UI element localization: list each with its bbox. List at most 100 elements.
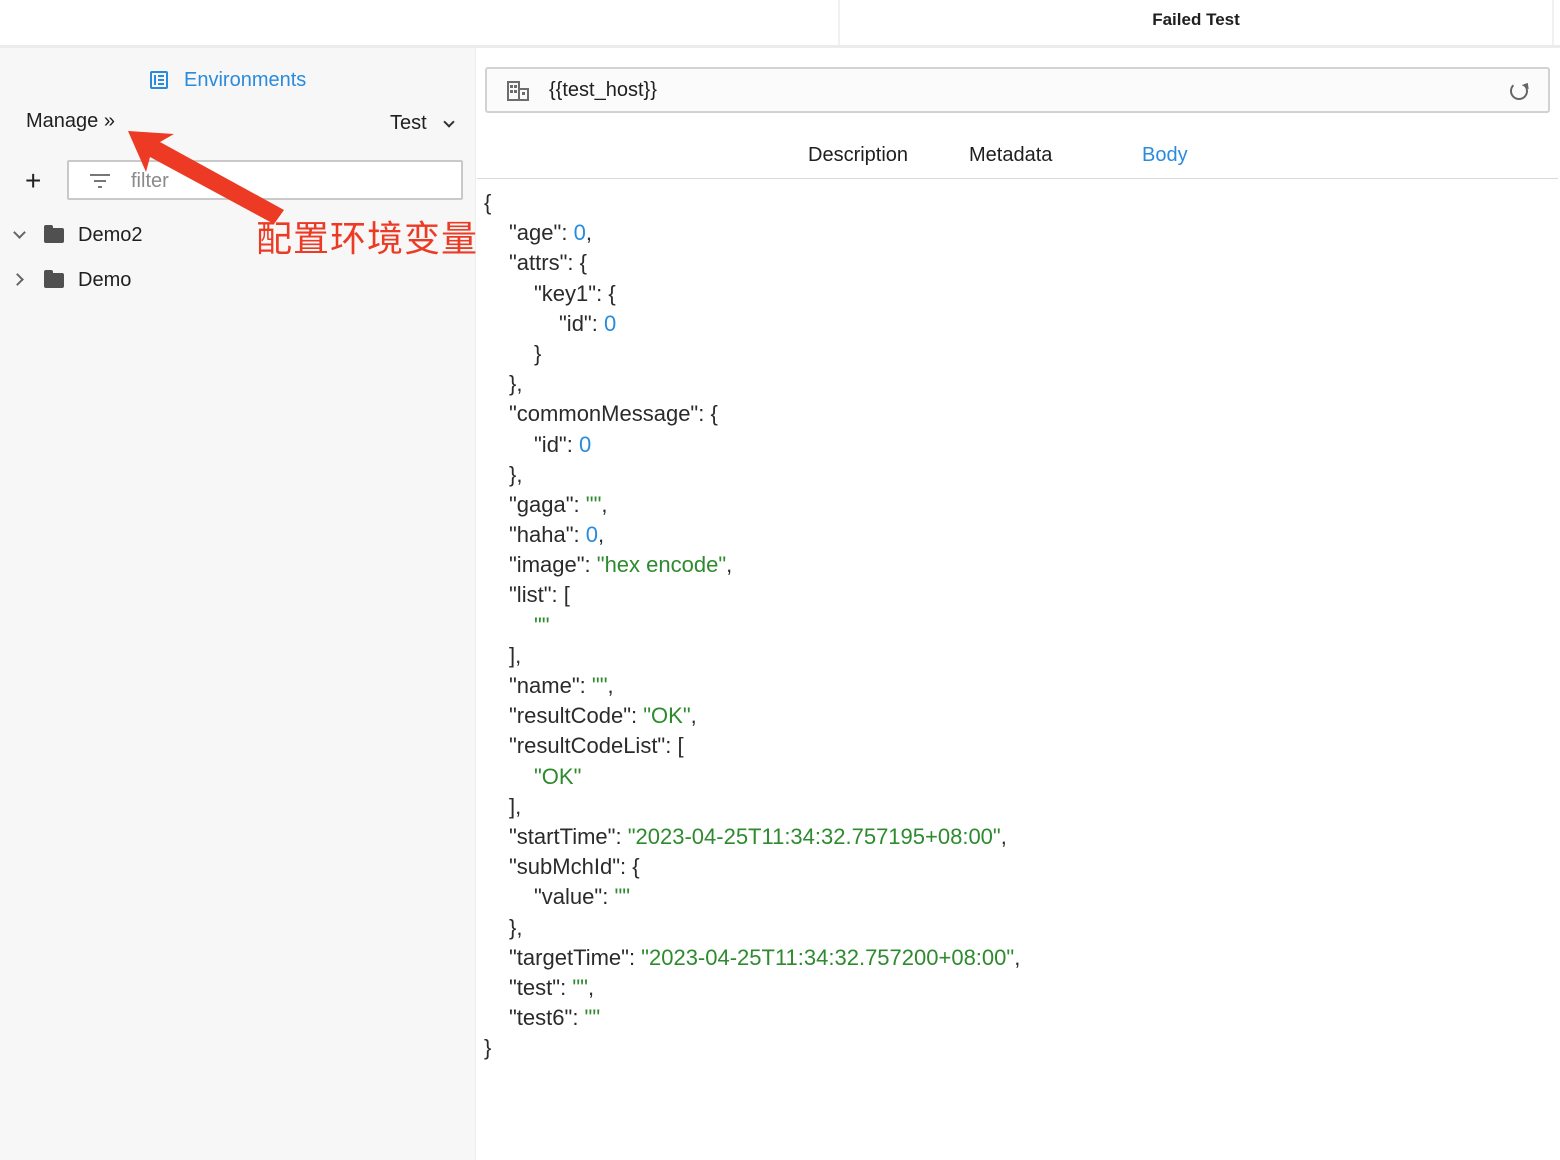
json-string: "2023-04-25T11:34:32.757195+08:00" bbox=[627, 823, 1001, 849]
json-line: } bbox=[484, 1033, 1020, 1063]
json-key: "id": bbox=[559, 310, 604, 336]
json-key: "subMchId": { bbox=[509, 854, 640, 880]
json-line: "age": 0, bbox=[484, 218, 1020, 248]
json-line: "resultCode": "OK", bbox=[484, 701, 1020, 731]
json-line: "subMchId": { bbox=[484, 852, 1020, 882]
json-line: "list": [ bbox=[484, 580, 1020, 610]
json-line: { bbox=[484, 188, 1020, 218]
environment-select-value: Test bbox=[390, 112, 427, 134]
top-bar-left-panel bbox=[0, 0, 836, 45]
json-punctuation: ], bbox=[509, 642, 522, 668]
json-key: "targetTime": bbox=[509, 944, 642, 970]
json-string: "" bbox=[584, 1005, 601, 1031]
filter-icon bbox=[90, 173, 110, 189]
json-line: "resultCodeList": [ bbox=[484, 731, 1020, 761]
tab-metadata[interactable]: Metadata bbox=[969, 144, 1052, 167]
json-key: "name": bbox=[509, 673, 592, 698]
json-key: "attrs": { bbox=[509, 250, 587, 276]
json-string: "" bbox=[534, 612, 550, 638]
json-line: "name": "", bbox=[484, 671, 1020, 701]
json-punctuation: , bbox=[1000, 823, 1007, 849]
json-number: 0 bbox=[573, 220, 586, 246]
json-key: "test": bbox=[509, 974, 573, 1000]
json-line: ], bbox=[484, 641, 1020, 671]
tree-item-label: Demo2 bbox=[78, 223, 143, 246]
json-line: "commonMessage": { bbox=[484, 399, 1020, 429]
json-punctuation: }, bbox=[509, 461, 523, 487]
json-punctuation: , bbox=[607, 673, 614, 698]
add-button[interactable]: + bbox=[25, 167, 41, 195]
json-string: "" bbox=[572, 974, 588, 1000]
json-punctuation: , bbox=[1014, 944, 1021, 970]
json-punctuation: }, bbox=[509, 371, 523, 397]
main-panel: {{test_host}} Description Metadata Body … bbox=[477, 48, 1558, 1160]
json-key: "value": bbox=[534, 884, 615, 910]
json-line: }, bbox=[484, 913, 1020, 943]
tree-item-demo2[interactable]: Demo2 bbox=[10, 220, 142, 250]
json-punctuation: , bbox=[726, 552, 733, 578]
json-line: }, bbox=[484, 460, 1020, 490]
json-line: "image": "hex encode", bbox=[484, 550, 1020, 580]
json-string: "OK" bbox=[534, 763, 582, 789]
json-line: "haha": 0, bbox=[484, 520, 1020, 550]
json-string: "" bbox=[585, 491, 602, 517]
folder-icon bbox=[44, 269, 64, 288]
json-key: "age": bbox=[509, 220, 574, 246]
json-string: "" bbox=[591, 673, 608, 698]
environments-label: Environments bbox=[184, 68, 307, 91]
json-line: "test6": "" bbox=[484, 1003, 1020, 1033]
filter-box[interactable] bbox=[67, 160, 463, 200]
json-key: "list": [ bbox=[509, 582, 570, 608]
top-bar-right-panel: Failed Test bbox=[838, 0, 1554, 45]
json-key: "image": bbox=[509, 552, 597, 578]
json-key: "commonMessage": { bbox=[509, 401, 718, 427]
json-key: "gaga": bbox=[509, 491, 586, 517]
json-string: "2023-04-25T11:34:32.757200+08:00" bbox=[641, 944, 1015, 970]
json-line: "test": "", bbox=[484, 973, 1020, 1003]
chevron-right-icon[interactable] bbox=[10, 270, 30, 290]
json-punctuation: } bbox=[534, 340, 542, 366]
json-punctuation: ], bbox=[509, 793, 522, 819]
manage-button[interactable]: Manage » bbox=[26, 110, 115, 133]
json-number: 0 bbox=[578, 431, 592, 457]
json-key: "startTime": bbox=[509, 823, 628, 849]
url-bar[interactable]: {{test_host}} bbox=[485, 67, 1550, 113]
tab-bar: Description Metadata Body bbox=[477, 138, 1558, 179]
filter-input[interactable] bbox=[131, 168, 451, 194]
json-punctuation: }, bbox=[509, 914, 523, 940]
json-line: "OK" bbox=[484, 762, 1020, 792]
top-bar: Failed Test bbox=[0, 0, 1560, 48]
json-line: ], bbox=[484, 792, 1020, 822]
tab-body[interactable]: Body bbox=[1142, 144, 1188, 167]
environments-link[interactable]: Environments bbox=[150, 66, 306, 94]
json-key: "test6": bbox=[509, 1005, 585, 1031]
json-line: } bbox=[484, 339, 1020, 369]
environment-select[interactable]: Test bbox=[390, 112, 455, 135]
json-line: "targetTime": "2023-04-25T11:34:32.75720… bbox=[484, 943, 1020, 973]
json-number: 0 bbox=[585, 522, 599, 548]
json-line: "id": 0 bbox=[484, 309, 1020, 339]
json-punctuation: , bbox=[601, 491, 608, 517]
tab-description[interactable]: Description bbox=[808, 144, 908, 167]
tree-item-demo[interactable]: Demo bbox=[10, 265, 131, 295]
tree-item-label: Demo bbox=[78, 268, 132, 291]
chevron-down-icon[interactable] bbox=[10, 225, 30, 245]
json-punctuation: } bbox=[484, 1035, 492, 1061]
json-key: "haha": bbox=[509, 522, 586, 548]
json-line: "startTime": "2023-04-25T11:34:32.757195… bbox=[484, 822, 1020, 852]
json-body-viewer: {"age": 0, "attrs": {"key1": {"id": 0}}, "… bbox=[484, 188, 1020, 1063]
json-punctuation: { bbox=[484, 190, 492, 215]
json-line: "value": "" bbox=[484, 882, 1020, 912]
annotation-text: 配置环境变量 bbox=[256, 219, 479, 260]
json-key: "resultCode": bbox=[509, 703, 644, 729]
json-string: "OK" bbox=[643, 703, 691, 729]
json-line: "id": 0 bbox=[484, 430, 1020, 460]
chevron-down-icon bbox=[443, 115, 455, 128]
building-icon bbox=[507, 81, 529, 101]
url-text[interactable]: {{test_host}} bbox=[549, 79, 657, 102]
json-line: "key1": { bbox=[484, 279, 1020, 309]
json-punctuation: , bbox=[585, 220, 592, 246]
refresh-icon[interactable] bbox=[1510, 82, 1528, 100]
json-punctuation: , bbox=[587, 974, 595, 1000]
json-punctuation: , bbox=[690, 703, 697, 729]
